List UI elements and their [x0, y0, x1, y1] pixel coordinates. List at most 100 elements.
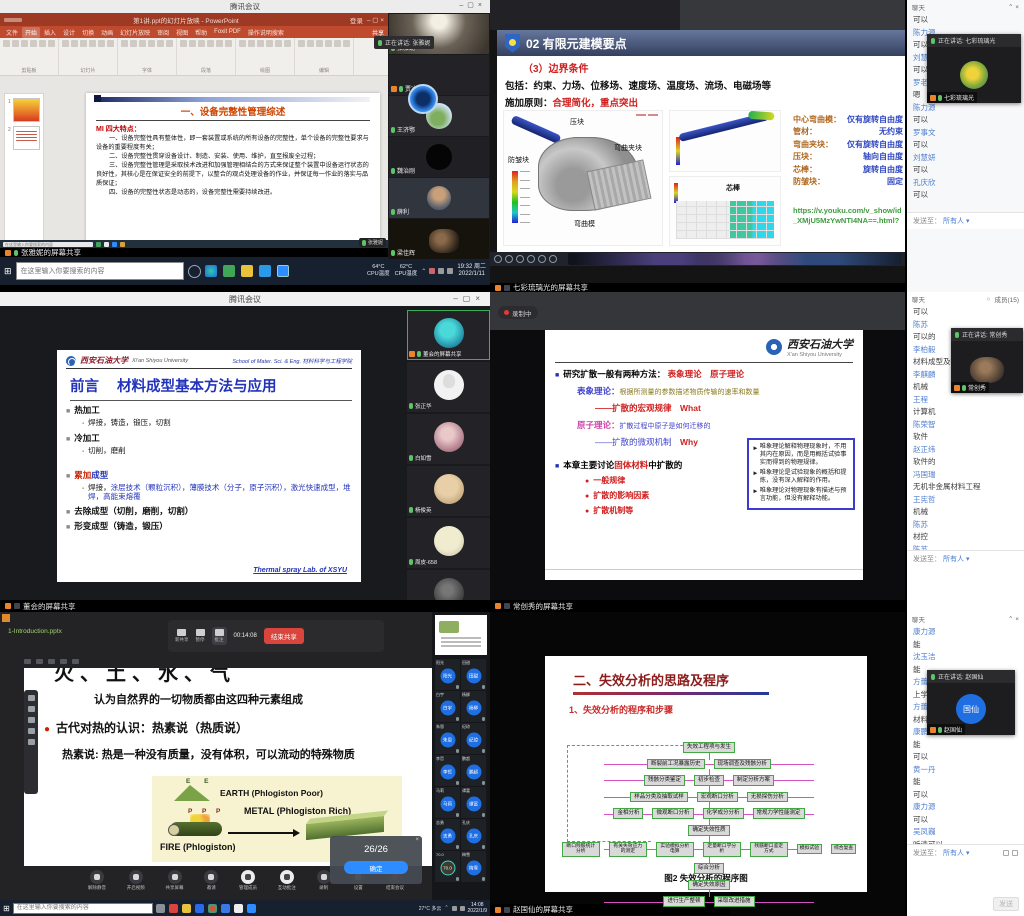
slide-thumbnail-2[interactable]: 2 [13, 126, 40, 150]
speaker-overlay[interactable]: 正在讲话: 七彩琉璃光 七彩琉璃光 [927, 34, 1021, 103]
app-icon[interactable] [96, 242, 101, 247]
ribbon-tab[interactable]: 开始 [22, 27, 40, 38]
participant-tile[interactable]: 杨柳 杨柳 [461, 691, 486, 722]
video-url-link[interactable]: https://v.youku.com/v_show/id_XMjU5MzYwN… [793, 206, 903, 226]
window-controls[interactable] [459, 1, 486, 9]
participant-tile[interactable]: 杨俊英 [407, 466, 490, 516]
start-button[interactable]: ⊞ [4, 266, 12, 277]
slideshow-controls[interactable] [24, 656, 432, 666]
app-icon[interactable] [112, 242, 117, 247]
chat-header-icons[interactable]: ⌃ × [1008, 3, 1019, 11]
end-share-button[interactable]: 结束共享 [264, 628, 304, 644]
toolbar-button[interactable]: 共享屏幕 [166, 870, 184, 898]
pause-share-button[interactable]: 暂停 [196, 629, 205, 643]
participant-tile[interactable]: 王济鄂 [389, 96, 489, 136]
participant-tile[interactable]: 周皮-658 [407, 518, 490, 568]
quick-access-toolbar[interactable] [4, 18, 22, 22]
ribbon-tab[interactable]: 操作说明搜索 [245, 27, 287, 38]
ribbon-tab[interactable]: 审阅 [154, 27, 172, 38]
start-button[interactable]: ⊞ [3, 904, 10, 913]
toolbar-button[interactable]: 互动批注 [278, 870, 296, 898]
taskbar-search-input[interactable] [16, 262, 184, 280]
participant-tile[interactable]: 孔庆 孔庆 [461, 819, 486, 850]
ribbon-tab[interactable]: 视图 [173, 27, 191, 38]
participant-tile[interactable]: 70.0 70.0 [435, 851, 460, 882]
confirm-button[interactable]: 确定 [344, 861, 408, 874]
app-icon[interactable] [104, 242, 109, 247]
ribbon-tab[interactable]: 帮助 [192, 27, 210, 38]
ribbon-group-buttons[interactable] [121, 40, 173, 47]
participant-tile[interactable]: 薛利 [389, 178, 489, 218]
toolbar-button[interactable]: 管理成员 [239, 870, 257, 898]
ribbon-group[interactable]: 段落 [177, 38, 236, 75]
ribbon-tab[interactable]: 切换 [79, 27, 97, 38]
cortana-icon[interactable] [188, 265, 201, 278]
participant-tile[interactable]: 贾冰 [389, 55, 489, 95]
ribbon-tab[interactable]: Foxit PDF [211, 28, 244, 36]
ribbon-tab[interactable]: 插入 [41, 27, 59, 38]
window-controls[interactable] [453, 294, 485, 303]
participant-tile[interactable]: 鹏超 鹏超 [461, 755, 486, 786]
chat-message-list[interactable]: 康力源能沈玉洁能方蕾上学期教的们可能不方蕾材料科学基础康鹏能可以黄一丹能可以康力… [907, 626, 1024, 851]
toolbar-button[interactable]: 邀请 [204, 870, 218, 898]
send-target-dropdown[interactable]: 所有人 ▾ [943, 216, 969, 226]
send-target-dropdown[interactable]: 所有人 ▾ [943, 554, 969, 564]
ribbon-group[interactable]: 剪贴板 [0, 38, 59, 75]
participant-tile[interactable]: 朱恩 朱恩 [435, 723, 460, 754]
ribbon-group[interactable]: 绘图 [236, 38, 295, 75]
search-icon[interactable]: ○ [987, 296, 991, 303]
new-share-button[interactable]: 新共享 [175, 629, 189, 643]
participant-tile[interactable]: 马莉 马莉 [435, 787, 460, 818]
ribbon-group-buttons[interactable] [180, 40, 232, 47]
search-input[interactable] [3, 242, 93, 247]
ribbon-tab[interactable]: 动画 [98, 27, 116, 38]
ribbon-group[interactable]: 编辑 [295, 38, 354, 75]
speaker-overlay[interactable]: 正在讲话: 赵国仙 国仙 赵国仙 [927, 670, 1015, 735]
app-icon[interactable] [120, 242, 125, 247]
ribbon-group-buttons[interactable] [298, 40, 350, 47]
toolbar-button[interactable]: 录制 [317, 870, 331, 898]
send-to-row[interactable]: 发送至： 所有人 ▾ [907, 212, 1024, 229]
system-tray[interactable]: 27°C 多云 ⌃ 14:082022/1/9 [419, 902, 487, 914]
participant-tile[interactable]: 李哲 李哲 [435, 755, 460, 786]
ribbon-tab[interactable]: 设计 [60, 27, 78, 38]
send-button[interactable]: 发送 [993, 897, 1019, 911]
shared-screen-thumbnail[interactable] [435, 615, 487, 655]
ribbon-group-buttons[interactable] [239, 40, 291, 47]
participant-tile[interactable]: 谭富 谭富 [461, 787, 486, 818]
ribbon-group[interactable]: 幻灯片 [59, 38, 118, 75]
ribbon-group-buttons[interactable] [3, 40, 55, 47]
participant-tile[interactable]: 魏治刚 [389, 137, 489, 177]
powerpoint-window-controls[interactable]: – ▢ × [367, 16, 384, 24]
ribbon-group-buttons[interactable] [62, 40, 114, 47]
ribbon-tab[interactable]: 幻灯片放映 [117, 27, 153, 38]
system-tray[interactable]: ⌃ [421, 268, 453, 275]
taskbar-app-icons[interactable] [205, 265, 289, 277]
taskbar-app-icons[interactable] [156, 904, 256, 913]
speaker-overlay[interactable]: 正在讲话: 常创秀 常创秀 [951, 328, 1023, 393]
send-to-row[interactable]: 发送至： 所有人 ▾ [907, 550, 1024, 567]
signin-label[interactable]: 登录 [350, 15, 363, 25]
annotation-sidebar[interactable] [24, 690, 38, 794]
page-indicator-popup[interactable]: × 26/26 确定 [330, 836, 422, 884]
participant-tile[interactable]: 梅雪 梅雪 [461, 851, 486, 882]
participant-tile[interactable]: 白如雪 [407, 414, 490, 464]
participant-tile[interactable]: 张正华 [407, 362, 490, 412]
participant-tile[interactable]: 志勇 志勇 [435, 819, 460, 850]
taskbar-search-input[interactable] [13, 903, 153, 914]
participant-tile[interactable]: 田甜 田甜 [461, 659, 486, 690]
send-to-row[interactable]: 发送至： 所有人 ▾ [907, 844, 1024, 861]
slide-thumbnail-panel[interactable]: 1 2 [4, 93, 44, 241]
chat-input-icons[interactable] [1003, 850, 1018, 856]
participant-tile[interactable]: 白宇 白宇 [435, 691, 460, 722]
ribbon-tab[interactable]: 文件 [3, 27, 21, 38]
participant-tile[interactable]: 纪琼 纪琼 [461, 723, 486, 754]
close-icon[interactable]: × [415, 837, 419, 843]
chat-header-icons[interactable]: ⌃ × [1008, 615, 1019, 623]
annotation-toolbar[interactable] [490, 252, 905, 266]
participant-tile[interactable]: 董会的屏幕共享 [407, 310, 490, 360]
toolbar-button[interactable]: 解除静音 [88, 870, 106, 898]
participant-tile[interactable]: 阳光 阳光 [435, 659, 460, 690]
participant-tile[interactable]: 梁佳辉 [389, 219, 489, 259]
annotate-button[interactable]: 批注 [212, 627, 227, 645]
